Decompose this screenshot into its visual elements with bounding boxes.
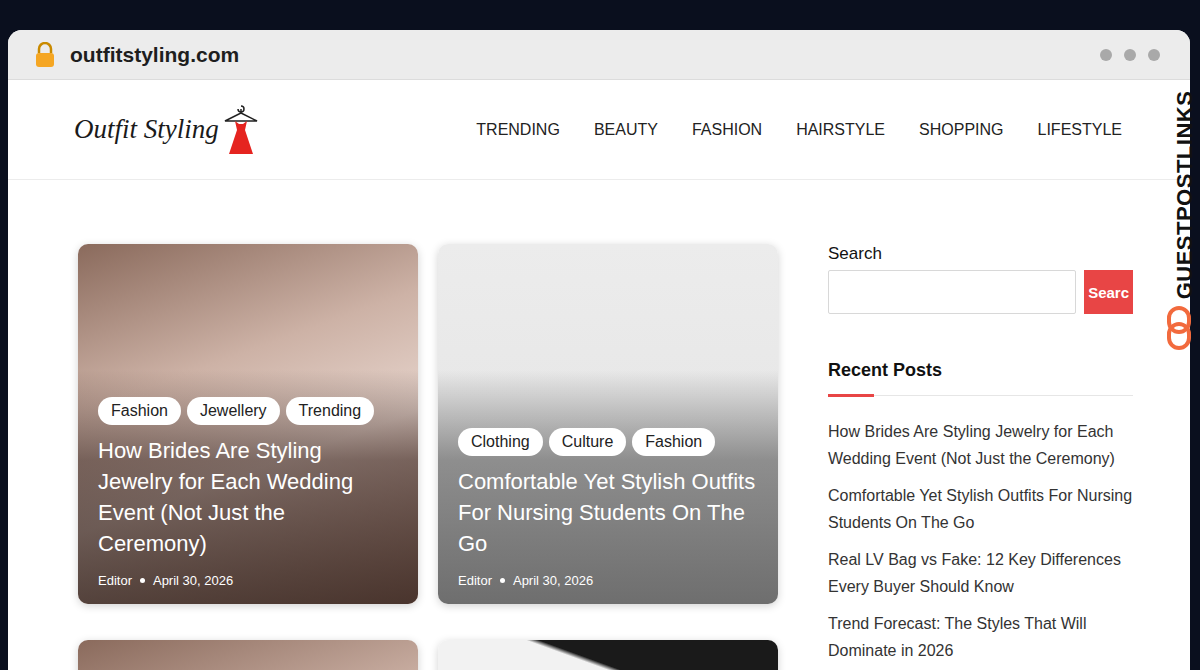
lock-icon bbox=[34, 42, 56, 68]
post-date: April 30, 2026 bbox=[513, 573, 593, 588]
watermark: GUESTPOSTLINKS bbox=[1170, 75, 1200, 315]
tag[interactable]: Fashion bbox=[98, 397, 181, 425]
address-bar: outfitstyling.com bbox=[8, 30, 1190, 80]
logo[interactable]: Outfit Styling bbox=[74, 104, 261, 156]
tag[interactable]: Trending bbox=[286, 397, 375, 425]
tag[interactable]: Jewellery bbox=[187, 397, 280, 425]
post-card[interactable] bbox=[438, 640, 778, 670]
recent-post[interactable]: Comfortable Yet Stylish Outfits For Nurs… bbox=[828, 482, 1133, 536]
post-meta: Editor April 30, 2026 bbox=[98, 573, 398, 588]
control-dot-icon[interactable] bbox=[1100, 49, 1112, 61]
post-image bbox=[78, 640, 418, 670]
window-controls bbox=[1100, 49, 1160, 61]
search-input[interactable] bbox=[828, 270, 1076, 314]
separator-dot bbox=[140, 578, 145, 583]
post-card[interactable]: ClothingCultureFashion Comfortable Yet St… bbox=[438, 244, 778, 604]
nav-item[interactable]: HAIRSTYLE bbox=[796, 121, 885, 139]
post-author[interactable]: Editor bbox=[98, 573, 132, 588]
recent-posts: How Brides Are Styling Jewelry for Each … bbox=[828, 418, 1133, 664]
post-overlay: ClothingCultureFashion Comfortable Yet St… bbox=[438, 244, 778, 604]
tag[interactable]: Culture bbox=[549, 428, 627, 456]
nav-item[interactable]: FASHION bbox=[692, 121, 762, 139]
post-image bbox=[438, 640, 778, 670]
tag-list: FashionJewelleryTrending bbox=[98, 397, 398, 425]
page-body: FashionJewelleryTrendingHow Brides Are S… bbox=[8, 180, 1190, 670]
search-label: Search bbox=[828, 244, 1133, 264]
backdrop: outfitstyling.com Outfit Styling TRENDING B… bbox=[0, 0, 1200, 670]
recent-post[interactable]: Trend Forecast: The Styles That Will Dom… bbox=[828, 610, 1133, 664]
post-card[interactable] bbox=[78, 640, 418, 670]
search-button[interactable]: Searc bbox=[1084, 270, 1133, 314]
title-underline bbox=[828, 394, 874, 397]
browser-window: outfitstyling.com Outfit Styling TRENDING B… bbox=[8, 30, 1190, 670]
url[interactable]: outfitstyling.com bbox=[70, 43, 1086, 67]
sidebar: Search Searc Recent Posts How Brides Are St… bbox=[828, 244, 1133, 670]
nav-item[interactable]: SHOPPING bbox=[919, 121, 1003, 139]
tag-list: ClothingCultureFashion bbox=[458, 428, 758, 456]
tag[interactable]: Clothing bbox=[458, 428, 543, 456]
nav-item[interactable]: LIFESTYLE bbox=[1038, 121, 1122, 139]
nav-item[interactable]: TRENDING bbox=[476, 121, 560, 139]
separator-dot bbox=[500, 578, 505, 583]
control-dot-icon[interactable] bbox=[1148, 49, 1160, 61]
site-header: Outfit Styling TRENDING BEAUTY FASHION HAIRS… bbox=[8, 80, 1190, 180]
logo-text[interactable]: Outfit Styling bbox=[74, 114, 219, 145]
main-nav: TRENDING BEAUTY FASHION HAIRSTYLE SHOPPING LI… bbox=[476, 121, 1122, 139]
post-author[interactable]: Editor bbox=[458, 573, 492, 588]
post-card[interactable]: FashionJewelleryTrending How Brides Are S… bbox=[78, 244, 418, 604]
recent-post[interactable]: Real LV Bag vs Fake: 12 Key Differences … bbox=[828, 546, 1133, 600]
post-meta: Editor April 30, 2026 bbox=[458, 573, 758, 588]
nav-item[interactable]: BEAUTY bbox=[594, 121, 658, 139]
dress-icon bbox=[221, 104, 261, 156]
post-title[interactable]: How Brides Are Styling Jewelry for Each … bbox=[98, 435, 398, 559]
recent-post[interactable]: How Brides Are Styling Jewelry for Each … bbox=[828, 418, 1133, 472]
tag[interactable]: Fashion bbox=[632, 428, 715, 456]
post-title[interactable]: Comfortable Yet Stylish Outfits For Nurs… bbox=[458, 466, 758, 559]
control-dot-icon[interactable] bbox=[1124, 49, 1136, 61]
recent-posts-title: Recent Posts bbox=[828, 360, 1133, 396]
watermark-logo bbox=[1166, 306, 1192, 350]
chain-icon bbox=[1166, 306, 1192, 350]
post-date: April 30, 2026 bbox=[153, 573, 233, 588]
post-grid: FashionJewelleryTrendingHow Brides Are S… bbox=[78, 244, 778, 670]
search-row: Searc bbox=[828, 270, 1133, 314]
post-overlay: FashionJewelleryTrending How Brides Are S… bbox=[78, 244, 418, 604]
